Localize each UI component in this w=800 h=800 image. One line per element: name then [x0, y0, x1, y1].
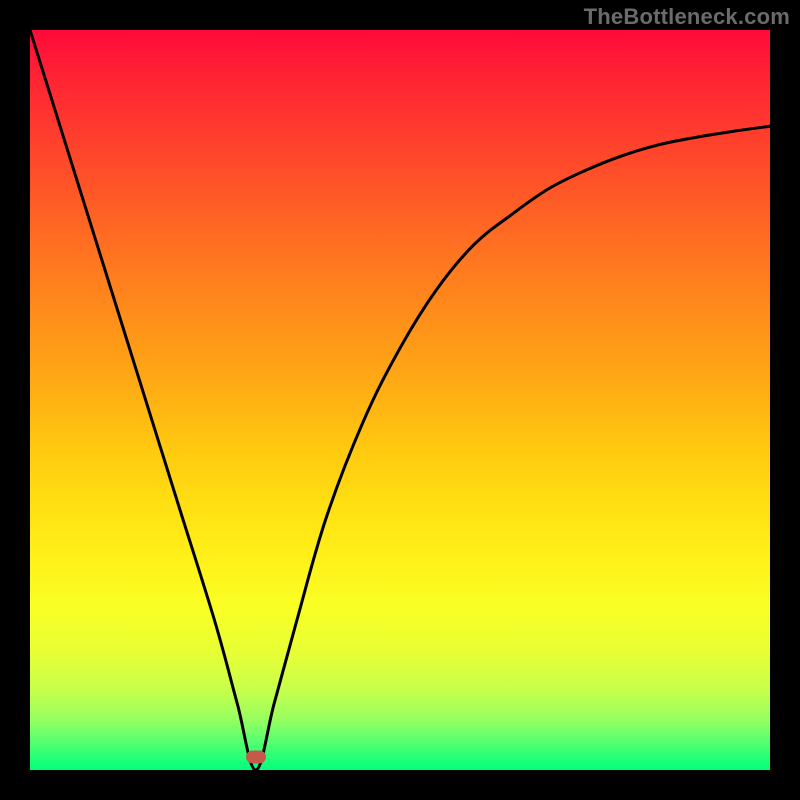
watermark: TheBottleneck.com — [584, 4, 790, 30]
chart-container: TheBottleneck.com — [0, 0, 800, 800]
optimum-marker — [246, 750, 266, 763]
plot-area — [30, 30, 770, 770]
gradient-background — [30, 30, 770, 770]
